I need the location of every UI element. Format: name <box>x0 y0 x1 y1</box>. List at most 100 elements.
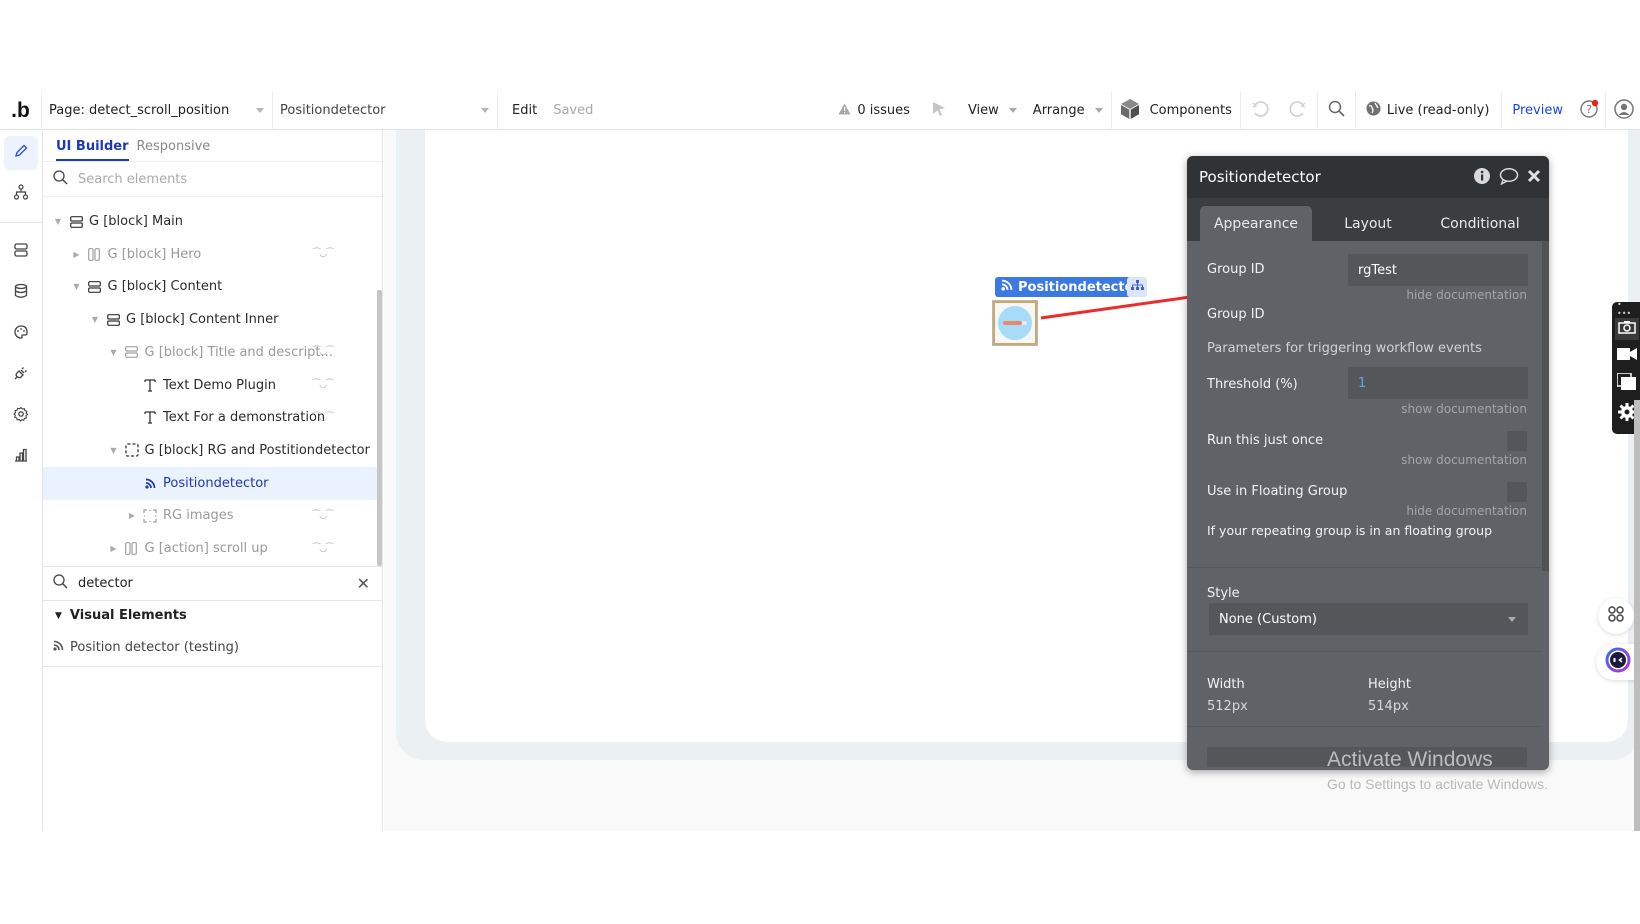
info-icon[interactable] <box>1473 167 1491 189</box>
collapse-arrow-icon[interactable]: ▼ <box>90 315 100 324</box>
tree-scrollbar[interactable] <box>377 290 382 566</box>
tree-item[interactable]: ▶ G [block] Hero ⁀◡⁀ <box>43 238 377 271</box>
tab-layout[interactable]: Layout <box>1312 206 1424 241</box>
hidden-eye-icon[interactable]: ⁀◡⁀ <box>313 511 333 521</box>
tree-item-label: G [block] Title and descript... <box>144 344 333 360</box>
height-value[interactable]: 514px <box>1368 699 1409 714</box>
issues-button[interactable]: 0 issues <box>830 92 918 130</box>
rail-data-types-button[interactable] <box>4 235 38 269</box>
floating-group-checkbox[interactable] <box>1507 482 1527 502</box>
tab-conditional[interactable]: Conditional <box>1424 206 1536 241</box>
search-elements-input[interactable] <box>78 171 338 187</box>
screenshot-button[interactable] <box>1615 318 1639 340</box>
search-icon <box>53 574 68 593</box>
record-video-button[interactable] <box>1617 346 1637 366</box>
inspect-cursor-button[interactable] <box>918 92 960 130</box>
preview-progress-fill <box>1003 321 1023 325</box>
run-once-doc-toggle[interactable]: show documentation <box>1401 453 1527 467</box>
rail-logs-button[interactable] <box>4 440 38 474</box>
chevron-down-icon <box>481 108 489 113</box>
width-value[interactable]: 512px <box>1207 699 1248 714</box>
group-id-input[interactable]: rgTest <box>1348 254 1528 286</box>
camera-icon <box>1618 320 1636 338</box>
preview-button[interactable]: Preview <box>1502 92 1573 130</box>
selected-element-label[interactable]: Positiondetector <box>995 277 1146 297</box>
close-icon[interactable] <box>1527 169 1541 187</box>
positiondetector-element[interactable] <box>992 300 1038 346</box>
palette-search-input[interactable] <box>78 576 338 591</box>
tab-ui-builder[interactable]: UI Builder <box>56 139 129 161</box>
group-id-doc-toggle[interactable]: hide documentation <box>1406 288 1527 302</box>
tree-item[interactable]: Text For a demonstration ⁀◡⁀ <box>43 401 377 434</box>
tree-item[interactable]: Positiondetector <box>43 466 377 500</box>
run-once-checkbox[interactable] <box>1507 431 1527 451</box>
tree-item[interactable]: ▶ RG images ⁀◡⁀ <box>43 499 377 532</box>
rail-plugins-button[interactable] <box>4 358 38 392</box>
window-capture-button[interactable] <box>1616 372 1637 394</box>
tree-item[interactable]: ▶ G [action] scroll up ⁀◡⁀ <box>43 532 377 565</box>
group-rows-icon <box>69 215 83 228</box>
rail-design-button[interactable] <box>4 136 38 170</box>
tree-item[interactable]: ▼ G [block] Content Inner <box>43 303 377 336</box>
edit-mode-button[interactable]: Edit <box>498 92 545 130</box>
hidden-eye-icon[interactable]: ⁀◡⁀ <box>313 413 333 423</box>
hidden-eye-icon[interactable]: ⁀◡⁀ <box>313 544 333 554</box>
redo-button[interactable] <box>1279 92 1317 130</box>
help-icon: ? <box>1579 99 1599 123</box>
tree-item[interactable]: ▼ G [block] RG and Postitiondetector <box>43 434 377 467</box>
search-icon <box>1328 100 1345 121</box>
tree-item[interactable]: ▼ G [block] Main <box>43 205 377 238</box>
collapse-arrow-icon[interactable]: ▼ <box>53 217 63 226</box>
tree-item-label: G [block] Main <box>89 214 184 229</box>
expand-arrow-icon[interactable]: ▶ <box>72 250 82 259</box>
chevron-down-icon <box>1094 108 1103 113</box>
threshold-input[interactable]: 1 <box>1348 367 1528 399</box>
palette-item-position-detector[interactable]: Position detector (testing) <box>53 640 239 655</box>
components-button[interactable]: Components <box>1112 92 1240 130</box>
rail-settings-button[interactable] <box>4 399 38 433</box>
property-editor-scrollbar[interactable] <box>1542 241 1549 571</box>
page-selector[interactable]: Page: detect_scroll_position <box>42 91 273 130</box>
search-button[interactable] <box>1318 92 1355 130</box>
live-version-button[interactable]: Live (read-only) <box>1356 92 1502 130</box>
tree-item[interactable]: ▼ G [block] Content <box>43 270 377 303</box>
expand-arrow-icon[interactable]: ▶ <box>127 511 137 520</box>
more-icon[interactable]: • ••• <box>1617 300 1637 318</box>
style-dropdown[interactable]: None (Custom) <box>1209 603 1528 635</box>
chevron-down-icon <box>1008 108 1017 113</box>
hidden-eye-icon[interactable]: ⁀◡⁀ <box>313 347 333 357</box>
collapse-arrow-icon[interactable]: ▼ <box>109 446 119 455</box>
property-editor-title: Positiondetector <box>1199 168 1321 186</box>
property-editor-header[interactable]: Positiondetector <box>1187 156 1549 198</box>
comment-icon[interactable] <box>1499 167 1519 189</box>
arrange-menu[interactable]: Arrange <box>1025 92 1111 130</box>
tab-appearance[interactable]: Appearance <box>1200 206 1312 241</box>
collapse-arrow-icon[interactable]: ▼ <box>109 348 119 357</box>
element-selector[interactable]: Positiondetector <box>273 91 498 130</box>
collapse-arrow-icon[interactable]: ▼ <box>72 282 82 291</box>
shortcuts-button[interactable] <box>1598 598 1634 634</box>
rail-styles-button[interactable] <box>4 317 38 351</box>
page-scrollbar[interactable] <box>1634 400 1640 831</box>
view-menu[interactable]: View <box>960 92 1025 130</box>
undo-button[interactable] <box>1241 92 1279 130</box>
clear-search-icon[interactable]: ✕ <box>357 574 370 593</box>
expand-arrow-icon[interactable]: ▶ <box>109 544 119 553</box>
hidden-eye-icon[interactable]: ⁀◡⁀ <box>313 380 333 390</box>
visual-elements-heading[interactable]: ▼ Visual Elements <box>55 608 187 623</box>
hidden-eye-icon[interactable]: ⁀◡⁀ <box>313 249 333 259</box>
redo-icon <box>1289 100 1307 122</box>
help-button[interactable]: ? <box>1573 92 1605 130</box>
arrange-label: Arrange <box>1032 103 1085 118</box>
account-button[interactable] <box>1606 92 1640 130</box>
tree-item[interactable]: ▼ G [block] Title and descript... ⁀◡⁀ <box>43 336 377 369</box>
cube-icon <box>1120 98 1140 124</box>
show-in-tree-button[interactable] <box>1127 277 1147 297</box>
tab-responsive[interactable]: Responsive <box>137 139 211 161</box>
rail-database-button[interactable] <box>4 276 38 310</box>
tree-item[interactable]: Text Demo Plugin ⁀◡⁀ <box>43 369 377 402</box>
rail-workflow-button[interactable] <box>4 177 38 211</box>
threshold-doc-toggle[interactable]: show documentation <box>1401 402 1527 416</box>
floating-group-doc-toggle[interactable]: hide documentation <box>1406 504 1527 518</box>
bubble-logo[interactable]: .b <box>0 91 42 130</box>
